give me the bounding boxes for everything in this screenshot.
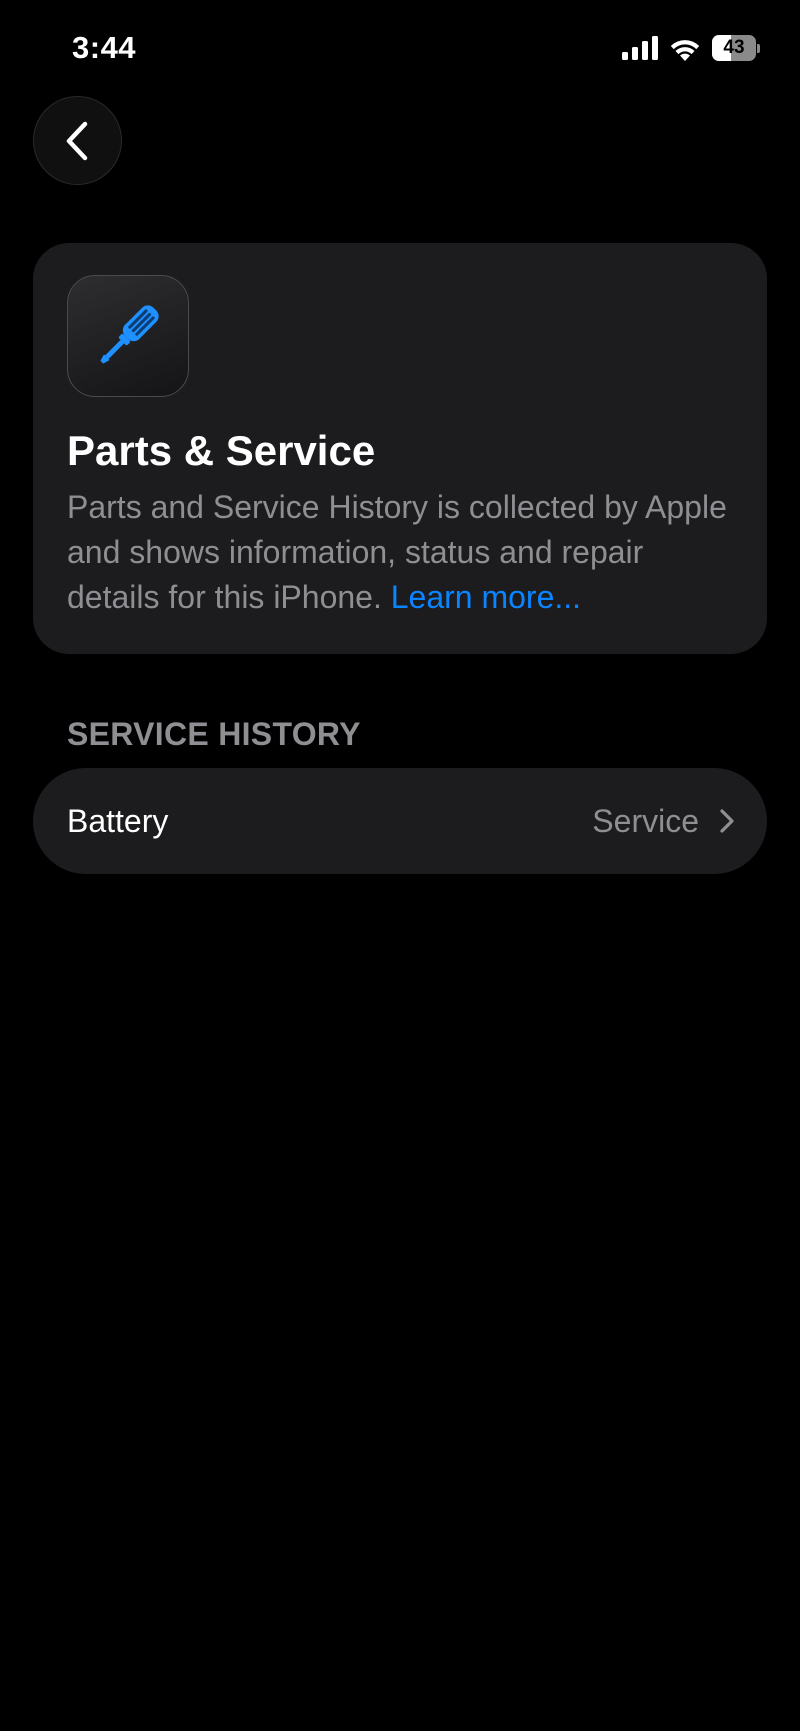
battery-cap — [757, 43, 760, 53]
chevron-left-icon — [66, 121, 87, 160]
app-icon — [67, 275, 189, 397]
chevron-right-icon — [720, 809, 734, 833]
row-right: Service — [592, 803, 735, 840]
screwdriver-icon — [100, 305, 159, 364]
battery-level: 43 — [723, 37, 745, 58]
battery-body: 43 — [712, 35, 756, 61]
status-icons: 43 — [622, 35, 760, 61]
parts-service-card: Parts & Service Parts and Service Histor… — [33, 243, 767, 654]
status-bar: 3:44 43 — [0, 0, 800, 100]
learn-more-link[interactable]: Learn more... — [391, 579, 581, 615]
card-description: Parts and Service History is collected b… — [67, 485, 737, 620]
back-button[interactable] — [33, 96, 122, 185]
row-label: Battery — [67, 802, 169, 839]
battery-icon: 43 — [712, 35, 760, 61]
row-value: Service — [592, 802, 699, 839]
cellular-signal-icon — [622, 36, 658, 60]
section-header-service-history: SERVICE HISTORY — [67, 716, 361, 752]
status-time: 3:44 — [72, 30, 137, 65]
service-row-battery[interactable]: Battery Service — [33, 768, 767, 874]
page-title: Parts & Service — [67, 427, 376, 474]
wifi-icon — [670, 39, 700, 61]
